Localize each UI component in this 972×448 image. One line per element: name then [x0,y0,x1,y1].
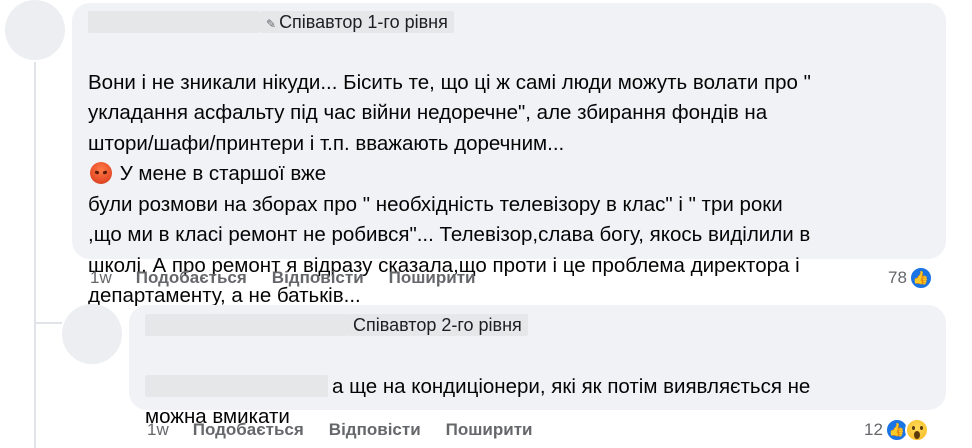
thread-line [34,62,36,324]
reply-timestamp[interactable]: 1w [147,420,169,440]
wow-reaction-icon [904,418,929,442]
reaction-count: 78 [888,268,907,287]
author-badge: ✎ Співавтор 1-го рівня [260,11,454,33]
reply-text: а ще на кондиціонери, які як потім виявл… [145,341,935,433]
share-button[interactable]: Поширити [389,268,476,288]
like-button[interactable]: Подобається [136,268,247,288]
badge-label: Співавтор 1-го рівня [279,12,448,32]
reply-actions: 1w Подобається Відповісти Поширити [147,420,558,440]
badge-icon: ✎ [266,17,277,31]
like-reaction-icon: 👍 [908,266,933,290]
thread-line-lower [34,324,36,448]
reply-reaction-summary[interactable]: 12 👍 [864,418,929,442]
comment-author-row: ✎ Співавтор 1-го рівня [88,11,454,33]
comment-actions: 1w Подобається Відповісти Поширити [90,268,501,288]
reply-avatar[interactable] [62,304,122,364]
author-name-redacted[interactable] [88,11,260,33]
reply-badge-label: Співавтор 2-го рівня [353,315,522,335]
angry-emoji-icon [90,162,112,184]
mentioned-name-redacted[interactable] [145,374,328,397]
comment-timestamp[interactable]: 1w [90,268,112,288]
reply-button[interactable]: Відповісти [272,268,364,288]
reaction-summary[interactable]: 78 👍 [888,266,933,290]
reply-reaction-count: 12 [864,420,883,439]
reply-author-name-redacted[interactable] [145,314,347,336]
comment-text-part1: Вони і не зникали нікуди... Бісить те, щ… [88,70,811,155]
reply-author-row: Співавтор 2-го рівня [145,314,528,336]
reply-like-button[interactable]: Подобається [193,420,304,440]
commenter-avatar[interactable] [5,0,65,60]
reply-author-badge: Співавтор 2-го рівня [347,314,528,336]
reply-share-button[interactable]: Поширити [446,420,533,440]
reply-reply-button[interactable]: Відповісти [329,420,421,440]
thread-line-curve [34,322,62,324]
